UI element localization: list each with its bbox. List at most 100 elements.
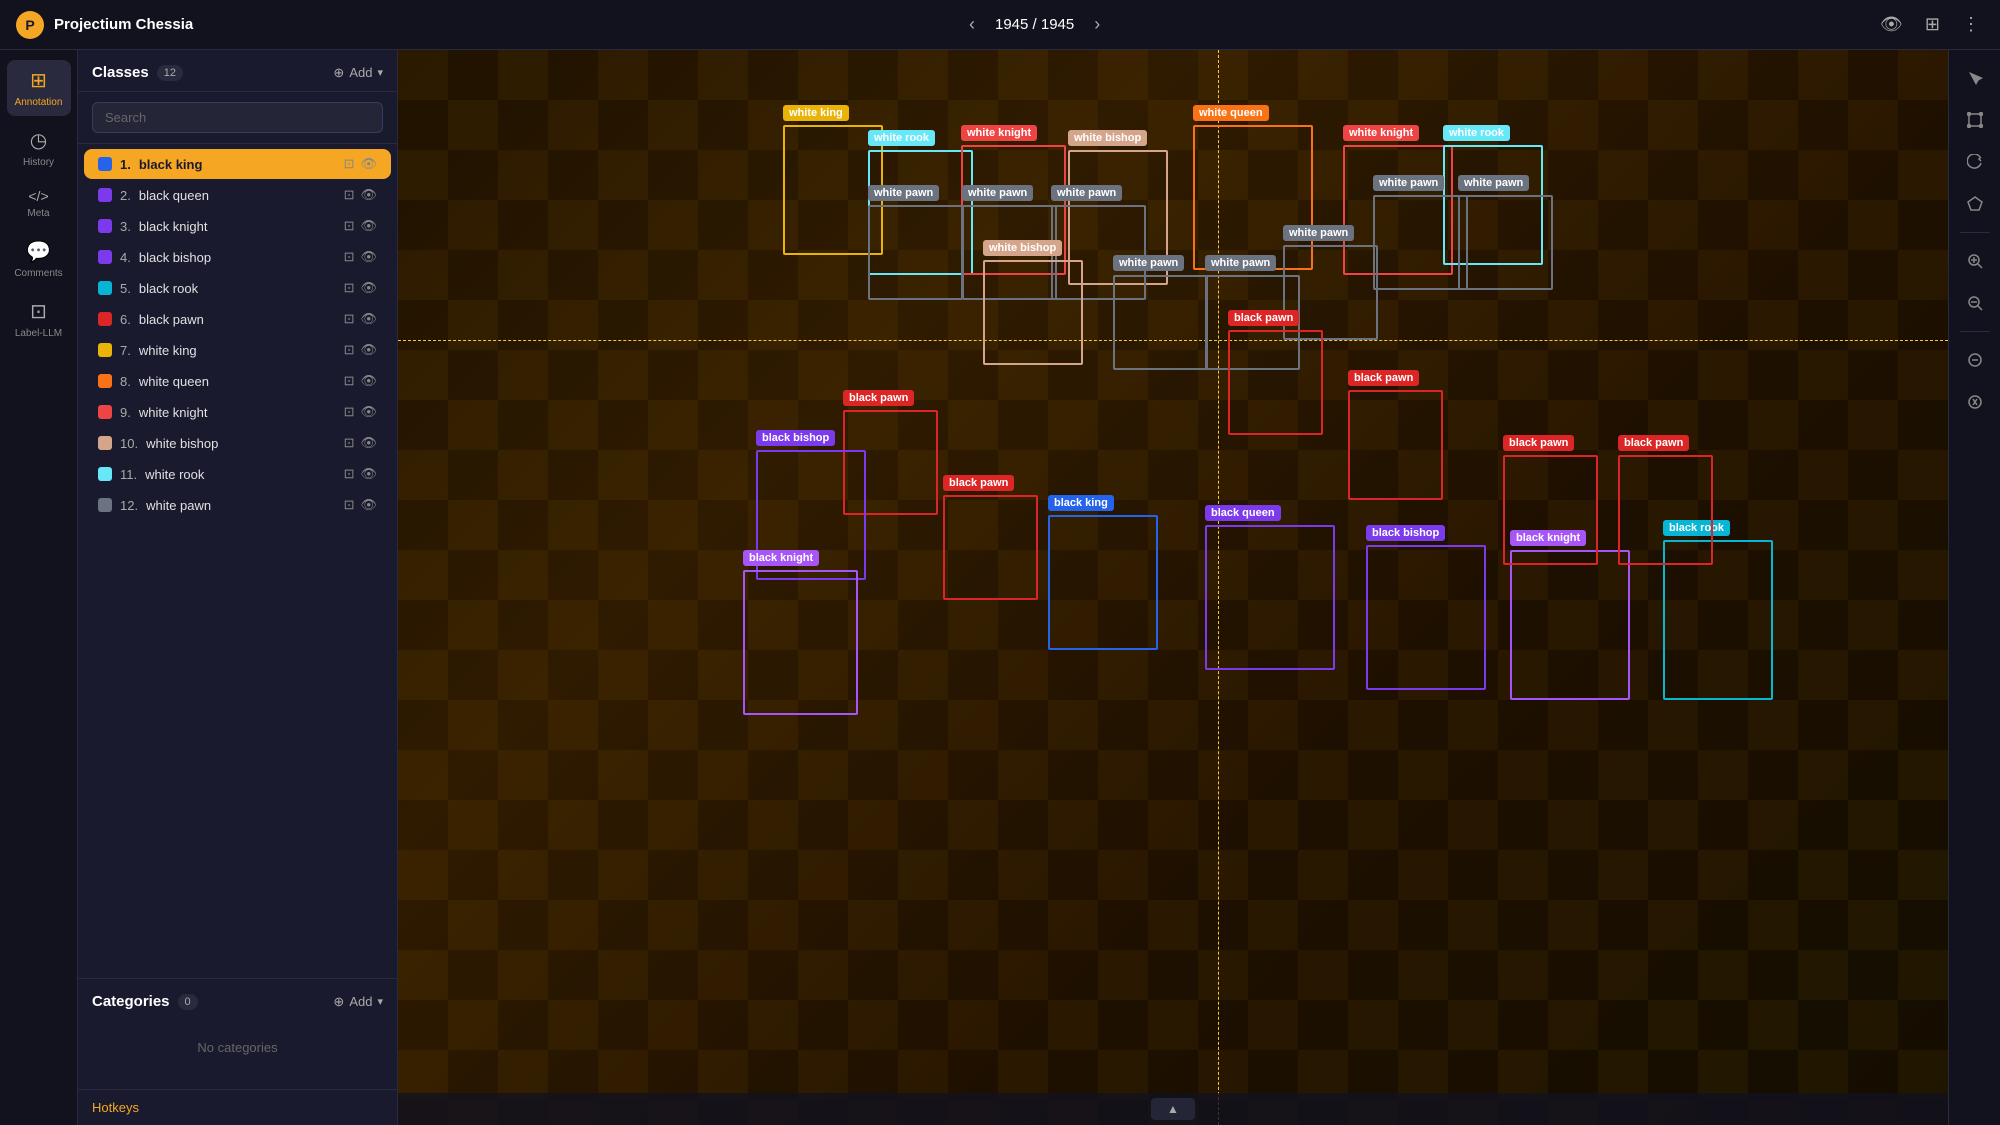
detection-box-20[interactable]: black pawn [943, 495, 1038, 600]
class-item-white-knight[interactable]: 9. white knight ⊡ 👁 [84, 397, 391, 427]
class-item-white-king[interactable]: 7. white king ⊡ 👁 [84, 335, 391, 365]
minus-tool-button[interactable] [1957, 342, 1993, 378]
detection-box-21[interactable]: black king [1048, 515, 1158, 650]
detection-box-22[interactable]: black queen [1205, 525, 1335, 670]
hotkeys-bar[interactable]: Hotkeys [78, 1089, 397, 1125]
detection-label-13: white bishop [983, 240, 1062, 256]
detection-box-16[interactable]: black pawn [1228, 330, 1323, 435]
class-visibility-icon[interactable]: 👁 [360, 404, 377, 420]
class-item-black-pawn[interactable]: 6. black pawn ⊡ 👁 [84, 304, 391, 334]
class-bbox-icon[interactable]: ⊡ [344, 497, 355, 513]
zoom-in-button[interactable] [1957, 243, 1993, 279]
detection-label-18: black pawn [843, 390, 914, 406]
zoom-out-button[interactable] [1957, 285, 1993, 321]
class-number: 8. [120, 374, 131, 389]
class-bbox-icon[interactable]: ⊡ [344, 218, 355, 234]
detection-box-13[interactable]: white bishop [983, 260, 1083, 365]
sidebar-item-annotation[interactable]: ⊞ Annotation [7, 60, 71, 116]
meta-icon: </> [28, 188, 48, 204]
detection-box-17[interactable]: black pawn [1348, 390, 1443, 500]
class-bbox-icon[interactable]: ⊡ [344, 249, 355, 265]
detection-label-19: black bishop [756, 430, 835, 446]
class-bbox-icon[interactable]: ⊡ [344, 187, 355, 203]
canvas-area[interactable]: white kingwhite queenwhite rookwhite kni… [398, 50, 1948, 1125]
class-item-white-bishop[interactable]: 10. white bishop ⊡ 👁 [84, 428, 391, 458]
class-number: 6. [120, 312, 131, 327]
class-bbox-icon[interactable]: ⊡ [344, 311, 355, 327]
more-options-button[interactable]: ⋮ [1958, 10, 1984, 39]
class-number: 12. [120, 498, 138, 513]
class-bbox-icon[interactable]: ⊡ [344, 404, 355, 420]
class-item-black-rook[interactable]: 5. black rook ⊡ 👁 [84, 273, 391, 303]
class-visibility-icon[interactable]: 👁 [360, 373, 377, 389]
class-color-swatch [98, 157, 112, 171]
grid-button[interactable]: ⊞ [1921, 10, 1944, 39]
sidebar-item-comments[interactable]: 💬 Comments [7, 231, 71, 287]
class-visibility-icon[interactable]: 👁 [360, 435, 377, 451]
search-box [78, 92, 397, 144]
class-item-actions: ⊡ 👁 [344, 249, 377, 265]
class-visibility-icon[interactable]: 👁 [360, 342, 377, 358]
polygon-tool-button[interactable] [1957, 186, 1993, 222]
class-name-label: white queen [139, 374, 336, 389]
detection-box-10[interactable]: white pawn [1373, 195, 1468, 290]
class-item-black-knight[interactable]: 3. black knight ⊡ 👁 [84, 211, 391, 241]
undo-tool-button[interactable] [1957, 384, 1993, 420]
detection-label-5: white knight [1343, 125, 1419, 141]
class-visibility-icon[interactable]: 👁 [360, 280, 377, 296]
sidebar-item-history[interactable]: ◷ History [7, 120, 71, 176]
tools-divider-2 [1960, 331, 1990, 332]
classes-add-button[interactable]: ⊕ Add ▾ [333, 65, 383, 81]
bbox-tool-button[interactable] [1957, 102, 1993, 138]
sidebar-item-meta[interactable]: </> Meta [7, 180, 71, 227]
detection-box-24[interactable]: black knight [1510, 550, 1630, 700]
class-visibility-icon[interactable]: 👁 [360, 187, 377, 203]
class-item-white-pawn[interactable]: 12. white pawn ⊡ 👁 [84, 490, 391, 520]
class-item-black-king[interactable]: 1. black king ⊡ 👁 [84, 149, 391, 179]
detection-box-27[interactable]: black pawn [1618, 455, 1713, 565]
class-item-black-queen[interactable]: 2. black queen ⊡ 👁 [84, 180, 391, 210]
class-visibility-icon[interactable]: 👁 [360, 311, 377, 327]
collapse-button[interactable]: ▲ [1151, 1098, 1195, 1120]
next-frame-button[interactable]: › [1086, 10, 1108, 39]
app-title: Projectium Chessia [54, 16, 193, 33]
class-visibility-icon[interactable]: 👁 [360, 497, 377, 513]
detection-box-14[interactable]: white pawn [1113, 275, 1208, 370]
categories-add-button[interactable]: ⊕ Add ▾ [333, 994, 383, 1010]
class-visibility-icon[interactable]: 👁 [360, 249, 377, 265]
class-visibility-icon[interactable]: 👁 [360, 466, 377, 482]
class-bbox-icon[interactable]: ⊡ [344, 280, 355, 296]
class-bbox-icon[interactable]: ⊡ [344, 435, 355, 451]
class-item-white-rook[interactable]: 11. white rook ⊡ 👁 [84, 459, 391, 489]
categories-count-badge: 0 [178, 994, 198, 1010]
class-item-white-queen[interactable]: 8. white queen ⊡ 👁 [84, 366, 391, 396]
class-number: 4. [120, 250, 131, 265]
class-visibility-icon[interactable]: 👁 [360, 218, 377, 234]
detection-box-11[interactable]: white pawn [1458, 195, 1553, 290]
class-visibility-icon[interactable]: 👁 [360, 156, 377, 172]
search-input[interactable] [92, 102, 383, 133]
class-number: 5. [120, 281, 131, 296]
class-item-black-bishop[interactable]: 4. black bishop ⊡ 👁 [84, 242, 391, 272]
hotkeys-label: Hotkeys [92, 1100, 139, 1115]
detection-box-26[interactable]: black pawn [1503, 455, 1598, 565]
prev-frame-button[interactable]: ‹ [961, 10, 983, 39]
class-bbox-icon[interactable]: ⊡ [344, 466, 355, 482]
class-name-label: black rook [139, 281, 336, 296]
detection-box-7[interactable]: white pawn [868, 205, 963, 300]
eye-view-button[interactable]: 👁 [1876, 10, 1907, 39]
sidebar-item-label-llm[interactable]: ⊡ Label-LLM [7, 291, 71, 347]
class-item-actions: ⊡ 👁 [344, 342, 377, 358]
class-number: 10. [120, 436, 138, 451]
classes-title: Classes [92, 64, 149, 81]
detection-box-28[interactable]: black knight [743, 570, 858, 715]
class-bbox-icon[interactable]: ⊡ [344, 373, 355, 389]
cursor-tool-button[interactable] [1957, 60, 1993, 96]
class-bbox-icon[interactable]: ⊡ [344, 342, 355, 358]
class-bbox-icon[interactable]: ⊡ [344, 156, 355, 172]
detection-box-23[interactable]: black bishop [1366, 545, 1486, 690]
class-name-label: white rook [145, 467, 335, 482]
rotate-tool-button[interactable] [1957, 144, 1993, 180]
detection-label-22: black queen [1205, 505, 1281, 521]
categories-header: Categories 0 ⊕ Add ▾ [92, 993, 383, 1010]
